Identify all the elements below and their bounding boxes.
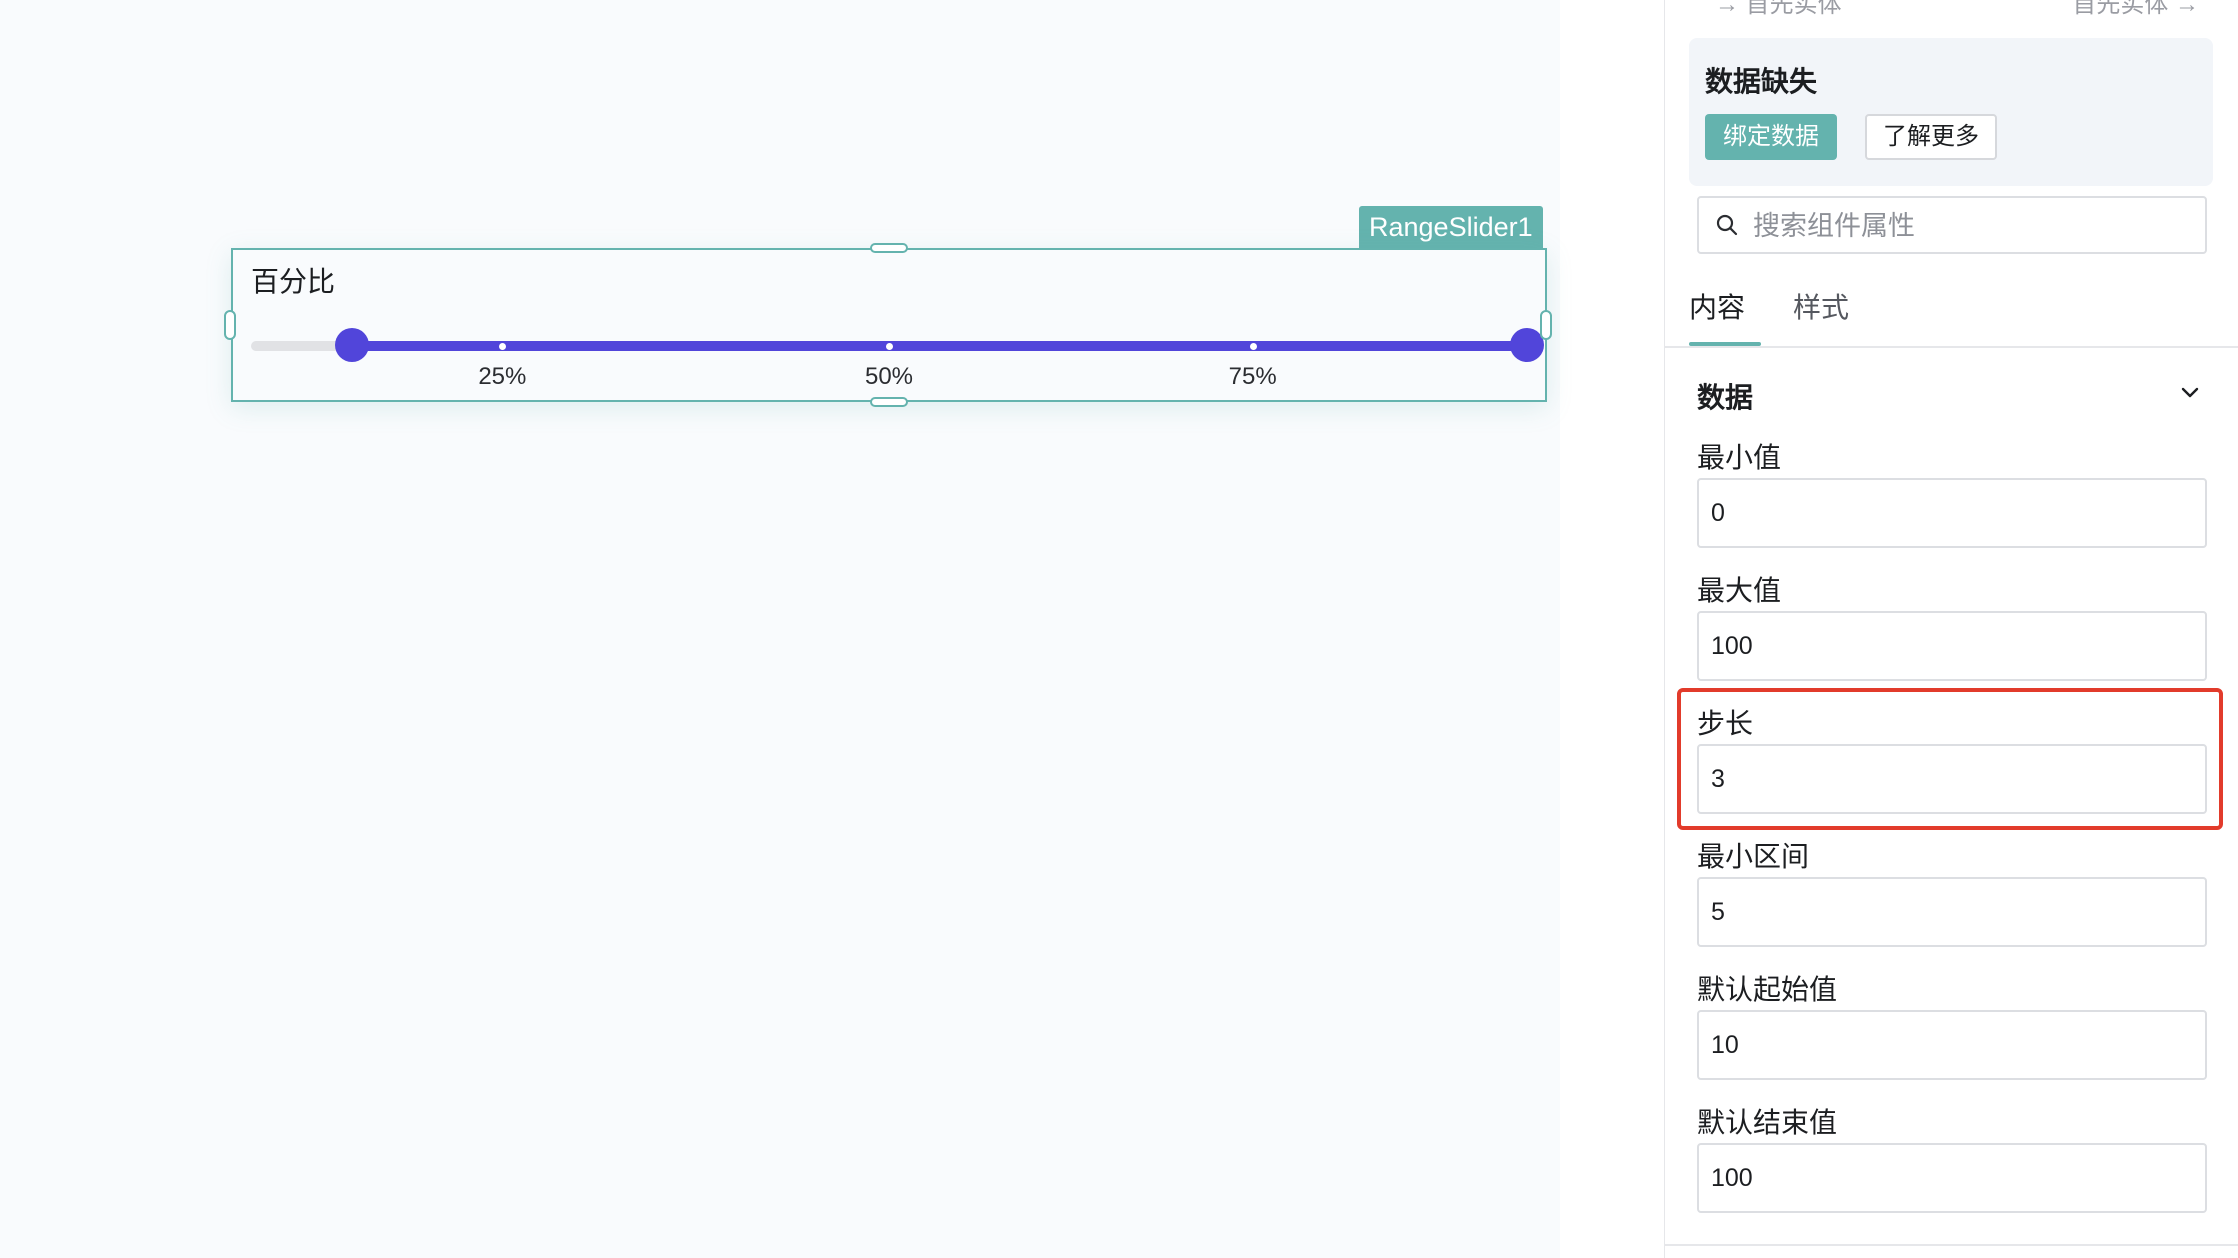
field-input-default-end[interactable] [1697,1143,2207,1213]
range-slider-widget[interactable]: 百分比 25% 50% 75% [231,248,1547,402]
property-search[interactable] [1697,196,2207,254]
field-input-step[interactable] [1697,744,2207,814]
resize-handle-left[interactable] [224,310,236,340]
slider-tick-label: 75% [1228,363,1277,390]
slider-start-thumb[interactable] [334,328,369,362]
field-label-min: 最小值 [1697,442,1782,473]
search-input[interactable] [1751,206,2195,246]
field-input-min[interactable] [1697,478,2207,548]
field-input-default-start[interactable] [1697,1010,2207,1080]
active-tab-indicator [1689,342,1761,346]
editor-canvas[interactable]: RangeSlider1 百分比 25% 50% 75% [0,0,1560,1258]
resize-handle-right[interactable] [1540,310,1552,340]
panel-tabs: 内容 样式 [1665,270,2238,348]
search-icon [1716,214,1738,236]
divider [1665,1244,2238,1246]
section-title: 数据 [1697,382,1754,413]
section-data-header[interactable]: 数据 [1697,374,2207,414]
slider-tick-label: 50% [864,363,914,390]
bind-data-button[interactable]: 绑定数据 [1705,114,1837,160]
field-label-default-start: 默认起始值 [1697,974,1838,1005]
top-link-left[interactable]: → 首先实体 [1715,0,1842,19]
learn-more-button[interactable]: 了解更多 [1865,114,1997,160]
slider-tick-dot [886,343,893,350]
field-label-max: 最大值 [1697,575,1782,606]
property-panel: → 首先实体 首先实体 → 数据缺失 绑定数据 了解更多 内容 样式 数据 最小… [1664,0,2238,1258]
missing-data-title: 数据缺失 [1705,66,1818,97]
tab-content[interactable]: 内容 [1689,286,1745,326]
top-link-right[interactable]: 首先实体 → [2072,0,2199,19]
slider-title: 百分比 [251,266,336,297]
tab-style[interactable]: 样式 [1793,286,1849,326]
missing-data-notice: 数据缺失 绑定数据 了解更多 [1689,38,2213,186]
field-input-min-range[interactable] [1697,877,2207,947]
slider-tick-label: 25% [478,363,527,390]
field-label-step: 步长 [1697,708,1754,739]
slider-end-thumb[interactable] [1510,328,1544,362]
slider-tick-dot [1249,343,1257,350]
field-input-max[interactable] [1697,611,2207,681]
field-label-default-end: 默认结束值 [1697,1107,1838,1138]
widget-name-tag[interactable]: RangeSlider1 [1359,206,1543,248]
chevron-down-icon[interactable] [2179,382,2201,404]
field-label-min-range: 最小区间 [1697,841,1810,872]
top-links: → 首先实体 首先实体 → [1665,0,2238,18]
resize-handle-top[interactable] [870,243,908,253]
slider-track[interactable] [251,328,1544,362]
slider-selected-range [351,341,1527,351]
resize-handle-bottom[interactable] [870,397,908,407]
